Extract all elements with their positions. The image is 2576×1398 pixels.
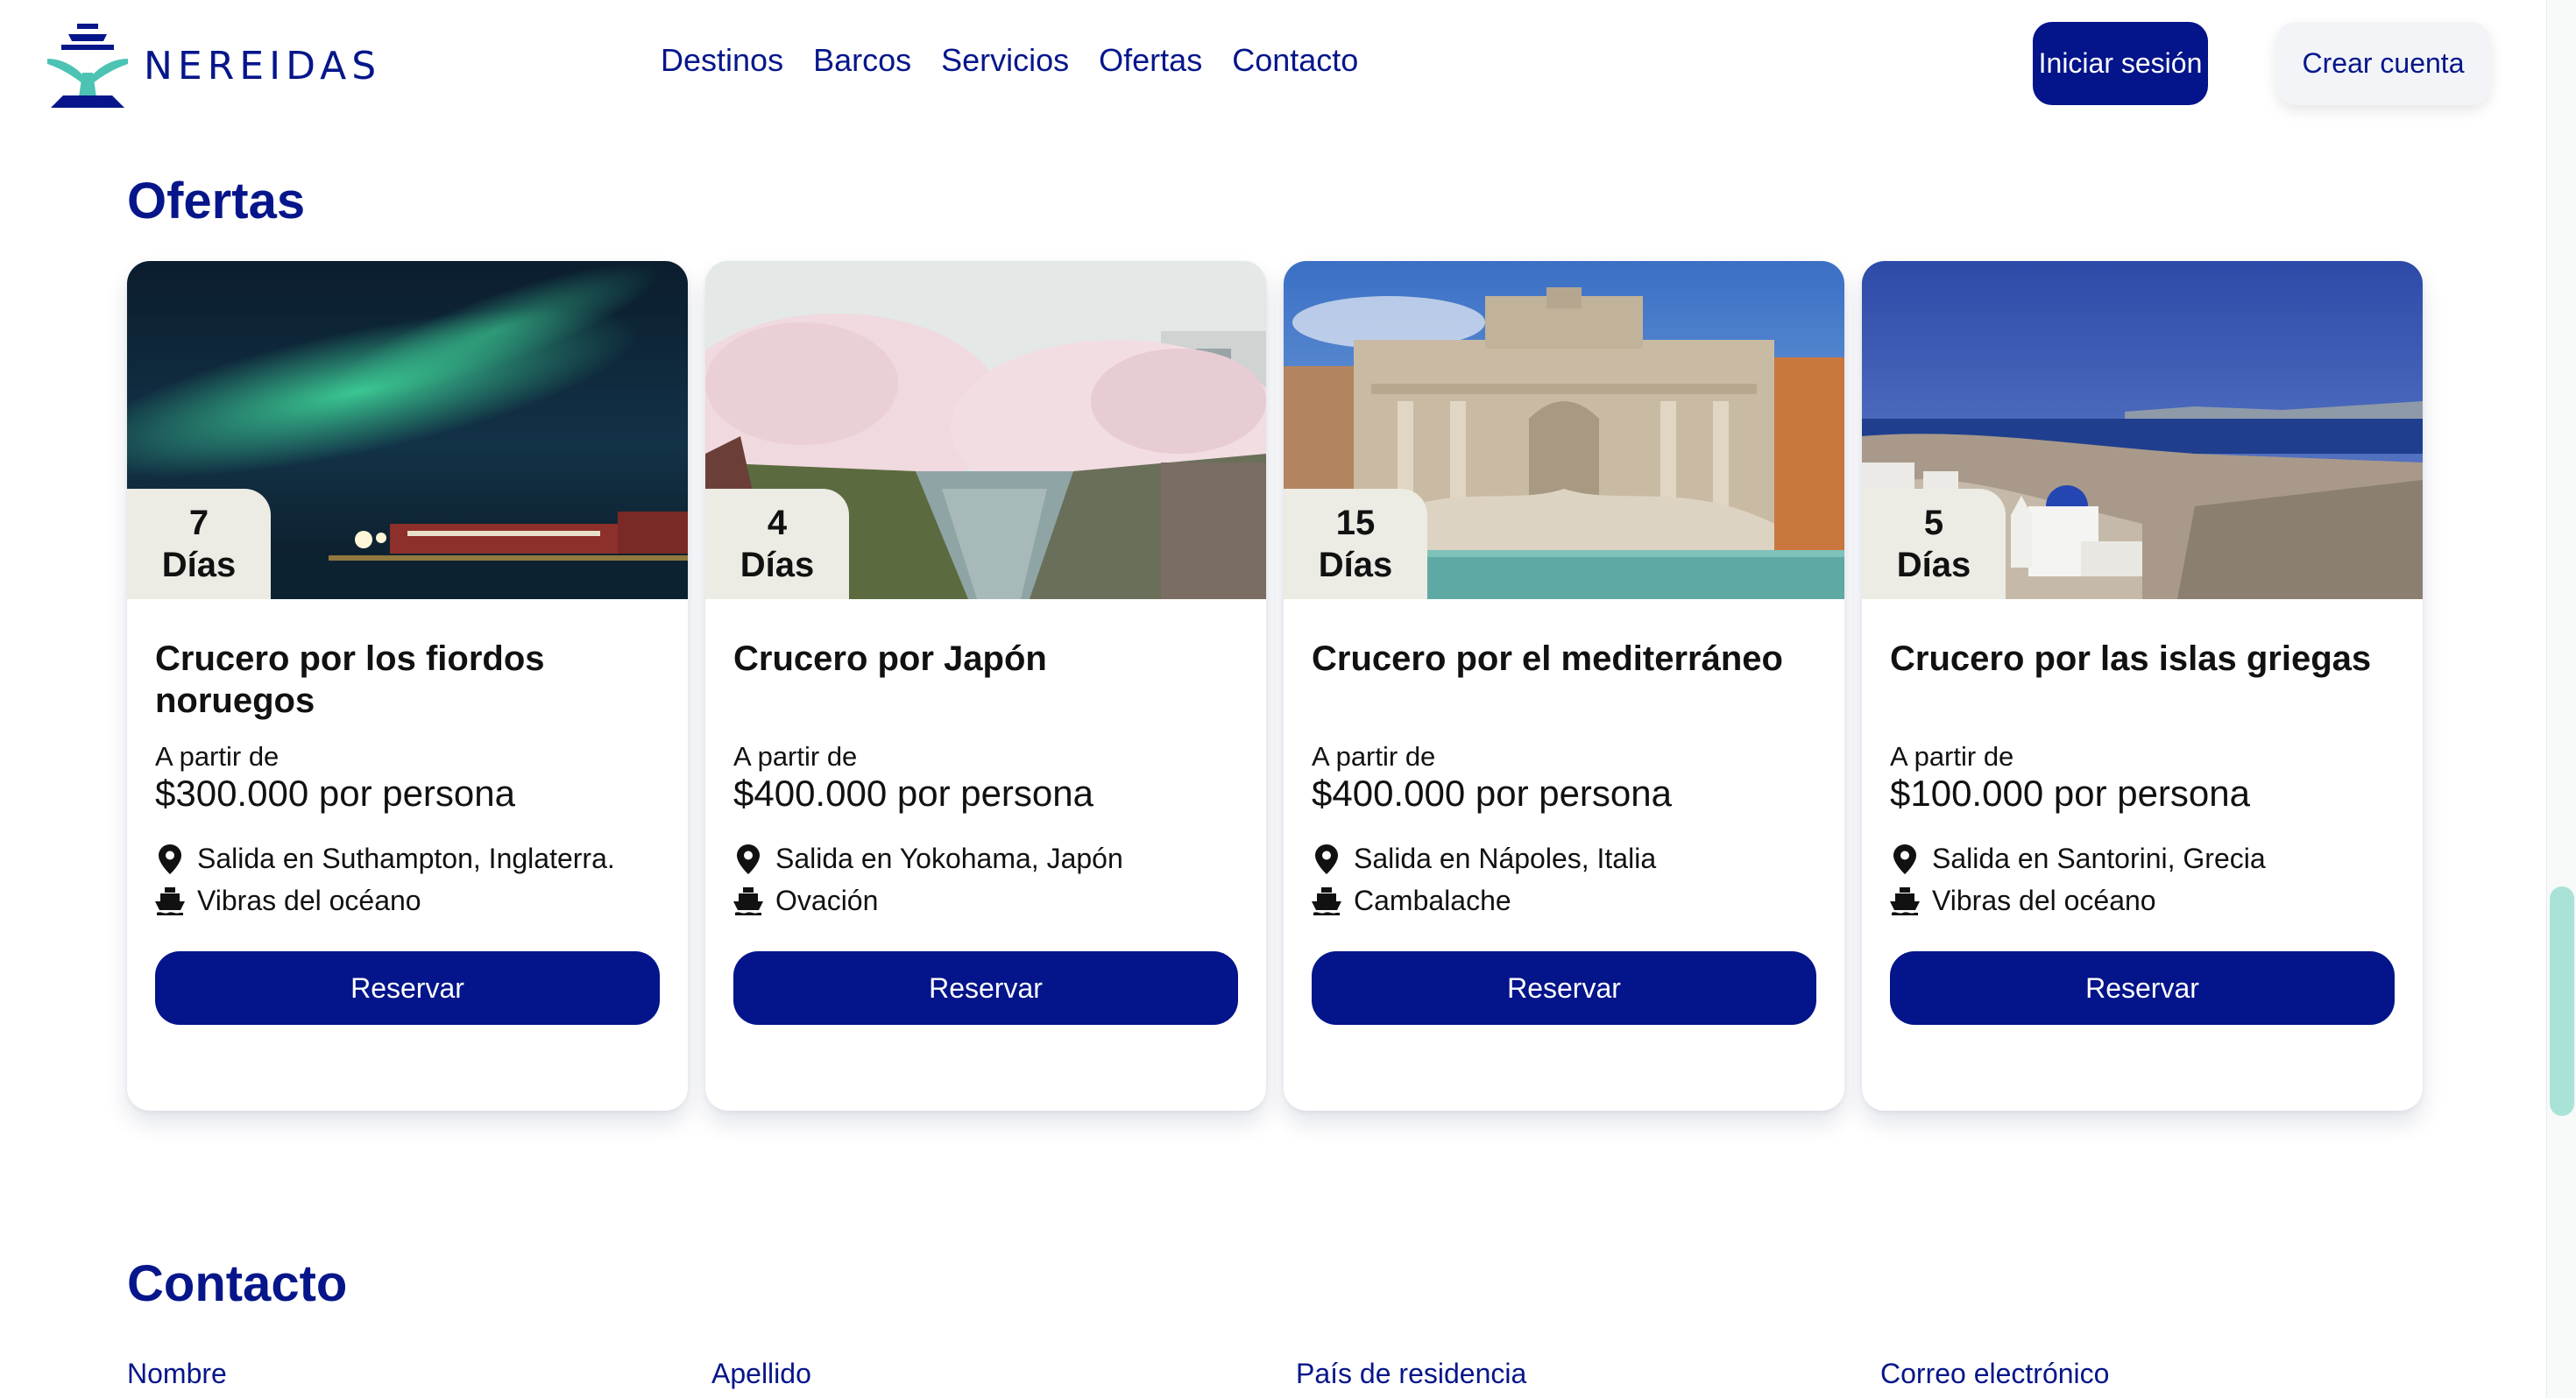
- nav-ofertas[interactable]: Ofertas: [1099, 42, 1202, 79]
- offer-title: Crucero por los fiordos noruegos: [155, 639, 545, 720]
- nav-destinos[interactable]: Destinos: [661, 42, 783, 79]
- departure-text: Salida en Suthampton, Inglaterra.: [197, 843, 615, 874]
- price-from-label: A partir de: [733, 741, 858, 772]
- offer-title: Crucero por Japón: [733, 639, 1047, 678]
- offer-price: $100.000 por persona: [1890, 773, 2250, 814]
- first-name-field[interactable]: Nombre: [127, 1358, 668, 1398]
- ship-whale-tail-logo-icon: [42, 20, 133, 111]
- map-pin-icon: [1890, 844, 1920, 875]
- offer-card: 4 Días Crucero por Japón A partir de $40…: [705, 261, 1266, 1111]
- map-pin-icon: [733, 844, 763, 875]
- price-from-label: A partir de: [155, 741, 280, 772]
- offers-title: Ofertas: [127, 173, 306, 229]
- reserve-button[interactable]: Reservar: [1312, 951, 1816, 1025]
- offer-image-santorini: 5 Días: [1862, 261, 2423, 599]
- map-pin-icon: [155, 844, 185, 875]
- ship-icon: [1890, 886, 1920, 917]
- offer-image-cherry-blossom: 4 Días: [705, 261, 1266, 599]
- ship-icon: [155, 886, 185, 917]
- days-label: Días: [161, 546, 237, 584]
- ship-name: Vibras del océano: [197, 885, 421, 916]
- departure-text: Salida en Santorini, Grecia: [1932, 843, 2266, 874]
- ship-icon: [733, 886, 763, 917]
- offers-cards: 7 Días Crucero por los fiordos noruegos …: [127, 261, 2423, 1111]
- scrollbar-track[interactable]: [2546, 0, 2576, 1398]
- days-number: 15: [1335, 504, 1376, 542]
- departure-text: Salida en Nápoles, Italia: [1354, 843, 1657, 874]
- login-button[interactable]: Iniciar sesión: [2033, 22, 2208, 105]
- ship-icon: [1312, 886, 1341, 917]
- days-number: 4: [767, 504, 788, 542]
- map-pin-icon: [1312, 844, 1341, 875]
- create-account-button[interactable]: Crear cuenta: [2276, 22, 2490, 105]
- ship-info: Vibras del océano: [155, 885, 421, 917]
- reserve-button[interactable]: Reservar: [1890, 951, 2395, 1025]
- offer-price: $400.000 por persona: [1312, 773, 1672, 814]
- nav-contacto[interactable]: Contacto: [1232, 42, 1358, 79]
- ship-info: Ovación: [733, 885, 878, 917]
- offer-card: 15 Días Crucero por el mediterráneo A pa…: [1284, 261, 1844, 1111]
- departure-info: Salida en Santorini, Grecia: [1890, 843, 2266, 875]
- page: NEREIDAS Destinos Barcos Servicios Ofert…: [0, 0, 2576, 1398]
- offer-title: Crucero por el mediterráneo: [1312, 639, 1783, 678]
- days-badge: 4 Días: [705, 489, 849, 599]
- days-label: Días: [740, 546, 815, 584]
- days-badge: 7 Días: [127, 489, 271, 599]
- days-number: 7: [188, 504, 209, 542]
- price-from-label: A partir de: [1312, 741, 1436, 772]
- country-field[interactable]: País de residencia: [1296, 1358, 1836, 1398]
- site-header: NEREIDAS Destinos Barcos Servicios Ofert…: [0, 0, 2541, 131]
- offer-image-northern-lights: 7 Días: [127, 261, 688, 599]
- ship-name: Cambalache: [1354, 885, 1511, 916]
- nav-servicios[interactable]: Servicios: [941, 42, 1069, 79]
- last-name-label: Apellido: [711, 1358, 811, 1389]
- days-badge: 5 Días: [1862, 489, 2006, 599]
- days-label: Días: [1896, 546, 1971, 584]
- ship-name: Ovación: [775, 885, 879, 916]
- departure-info: Salida en Nápoles, Italia: [1312, 843, 1656, 875]
- offer-card: 5 Días Crucero por las islas griegas A p…: [1862, 261, 2423, 1111]
- days-label: Días: [1318, 546, 1393, 584]
- ship-info: Cambalache: [1312, 885, 1511, 917]
- contact-title: Contacto: [127, 1255, 348, 1312]
- days-badge: 15 Días: [1284, 489, 1427, 599]
- first-name-label: Nombre: [127, 1358, 227, 1389]
- brand-name: NEREIDAS: [144, 43, 382, 88]
- email-field[interactable]: Correo electrónico: [1880, 1358, 2421, 1398]
- ship-name: Vibras del océano: [1932, 885, 2156, 916]
- offer-image-trevi-fountain: 15 Días: [1284, 261, 1844, 599]
- main-nav: Destinos Barcos Servicios Ofertas Contac…: [661, 42, 1358, 79]
- price-from-label: A partir de: [1890, 741, 2014, 772]
- scrollbar-thumb[interactable]: [2550, 886, 2574, 1116]
- days-number: 5: [1923, 504, 1944, 542]
- offer-price: $400.000 por persona: [733, 773, 1093, 814]
- last-name-field[interactable]: Apellido: [711, 1358, 1252, 1398]
- email-label: Correo electrónico: [1880, 1358, 2110, 1389]
- reserve-button[interactable]: Reservar: [733, 951, 1238, 1025]
- brand-logo[interactable]: NEREIDAS: [42, 18, 381, 114]
- departure-info: Salida en Suthampton, Inglaterra.: [155, 843, 615, 875]
- offer-title: Crucero por las islas griegas: [1890, 639, 2372, 678]
- reserve-button[interactable]: Reservar: [155, 951, 660, 1025]
- departure-info: Salida en Yokohama, Japón: [733, 843, 1123, 875]
- offer-card: 7 Días Crucero por los fiordos noruegos …: [127, 261, 688, 1111]
- departure-text: Salida en Yokohama, Japón: [775, 843, 1123, 874]
- nav-barcos[interactable]: Barcos: [813, 42, 911, 79]
- offer-price: $300.000 por persona: [155, 773, 515, 814]
- ship-info: Vibras del océano: [1890, 885, 2156, 917]
- country-label: País de residencia: [1296, 1358, 1527, 1389]
